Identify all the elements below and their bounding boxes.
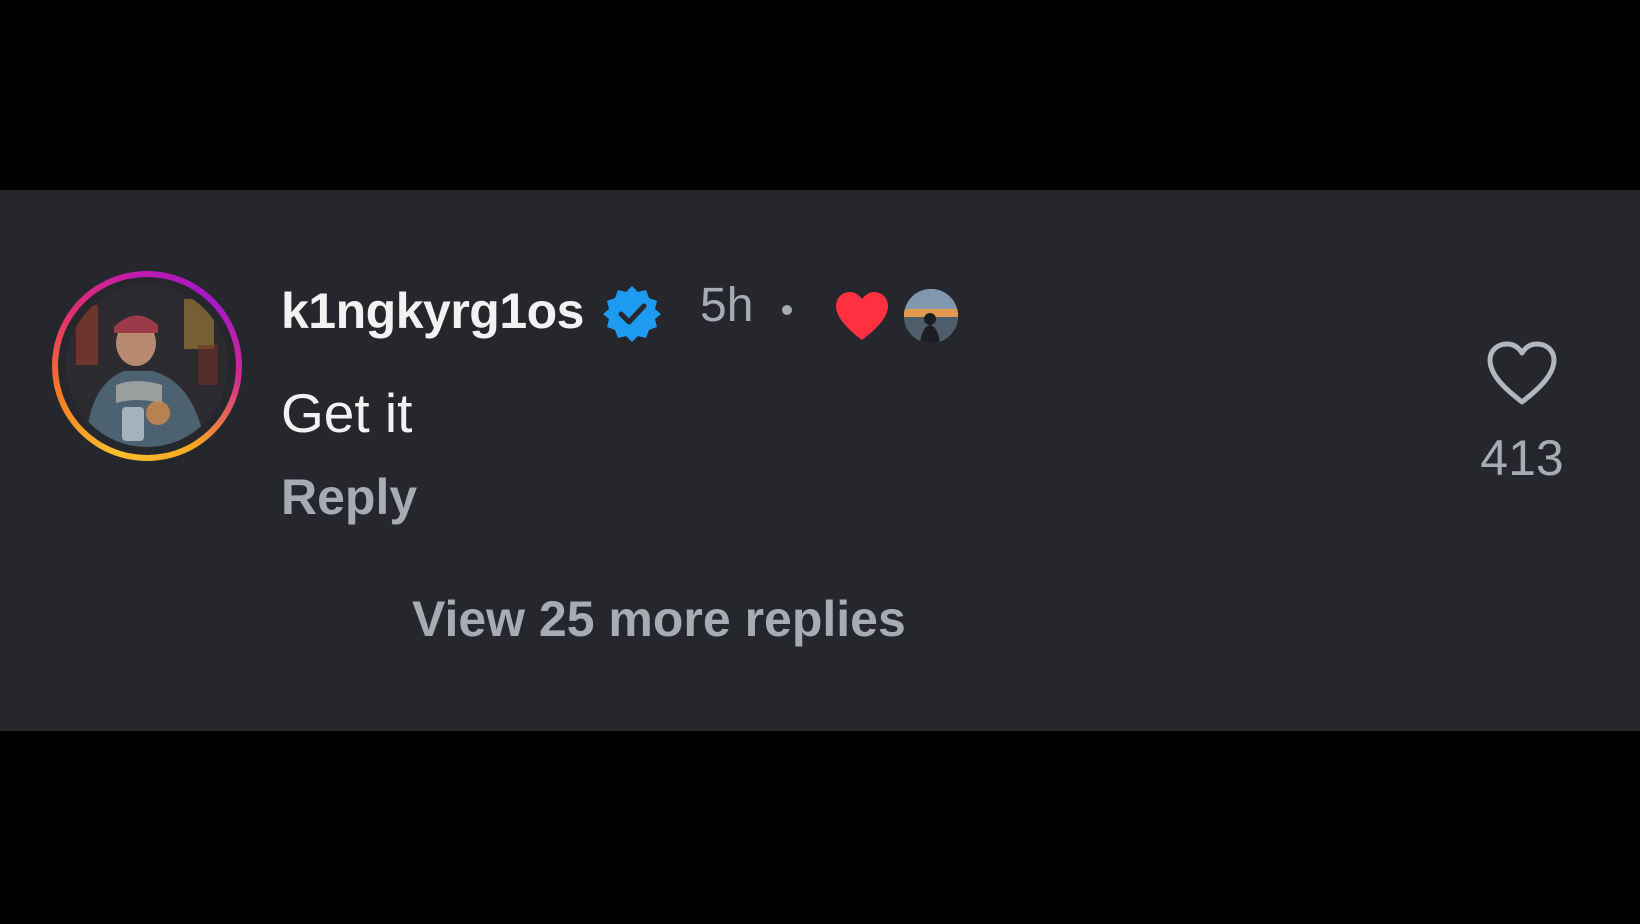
comment-timestamp: 5h [700,279,754,332]
view-more-replies-button[interactable]: View 25 more replies [412,589,906,649]
reply-button[interactable]: Reply [281,467,417,527]
author-heart-icon [836,292,888,340]
liker-avatar [904,289,958,343]
dot-separator [782,305,792,315]
liker-avatar-illustration [904,289,958,343]
avatar-photo [66,285,228,447]
comment-text: Get it [281,382,413,444]
letterbox-bottom [0,731,1640,924]
like-count: 413 [1480,430,1564,486]
comment-username[interactable]: k1ngkyrg1os [281,281,584,341]
letterbox-top [0,0,1640,190]
verified-badge-icon [603,286,661,342]
comment-panel [0,190,1640,731]
avatar-photo-illustration [66,285,228,447]
heart-outline-icon[interactable] [1486,340,1558,406]
avatar[interactable] [52,271,242,461]
